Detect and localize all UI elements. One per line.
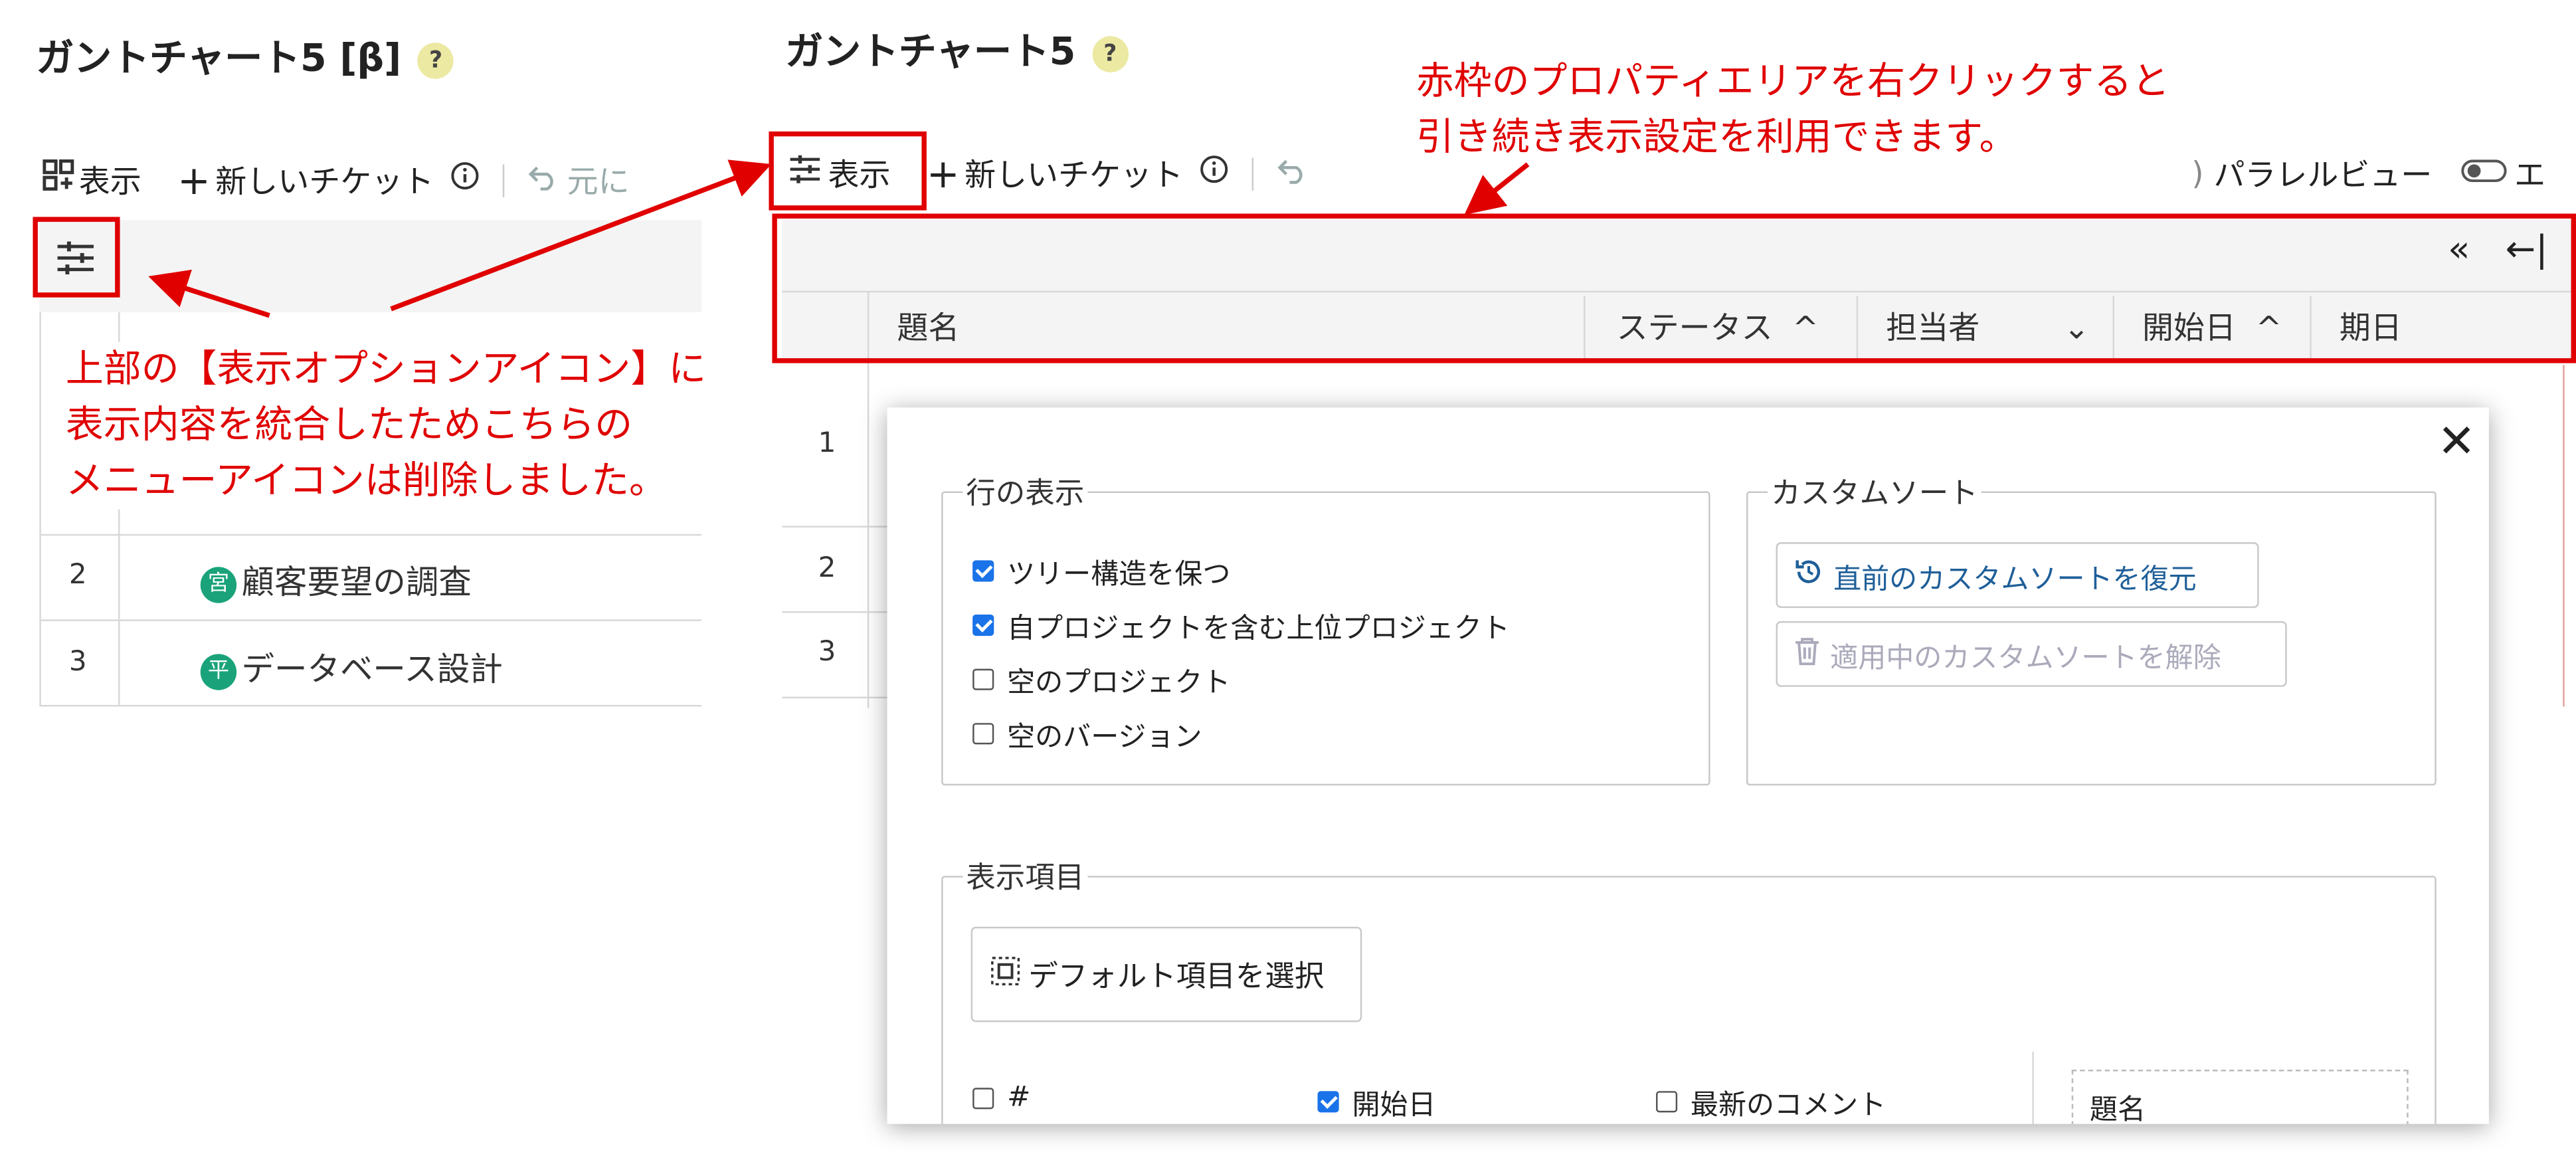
item-start-date-checkbox[interactable]: 開始日 xyxy=(1317,1081,1436,1122)
custom-sort-legend: カスタムソート xyxy=(1771,476,1978,512)
history-icon xyxy=(1794,556,1824,594)
trash-icon xyxy=(1794,635,1821,673)
select-default-items-button[interactable]: デフォルト項目を選択 xyxy=(970,926,1362,1022)
close-icon[interactable]: ✕ xyxy=(2437,414,2476,468)
restore-custom-sort-button[interactable]: 直前のカスタムソートを復元 xyxy=(1776,542,2259,609)
display-items-legend: 表示項目 xyxy=(966,860,1085,896)
checkbox-unchecked-icon xyxy=(972,668,994,690)
row-display-legend: 行の表示 xyxy=(966,476,1085,512)
selected-item[interactable]: 題名 xyxy=(2073,1072,2407,1124)
item-latest-comment-checkbox[interactable]: 最新のコメント xyxy=(1655,1081,1886,1122)
empty-versions-checkbox[interactable]: 空のバージョン xyxy=(972,713,1202,754)
empty-projects-checkbox[interactable]: 空のプロジェクト xyxy=(972,659,1230,700)
keep-tree-checkbox[interactable]: ツリー構造を保つ xyxy=(972,551,1230,591)
selected-items-list[interactable]: 題名 xyxy=(2071,1070,2409,1124)
display-settings-dialog: ✕ 行の表示 ツリー構造を保つ 自プロジェクトを含む上位プロジェクト 空のプロジ… xyxy=(887,407,2489,1124)
checkbox-unchecked-icon xyxy=(1655,1091,1678,1113)
parent-projects-checkbox[interactable]: 自プロジェクトを含む上位プロジェクト xyxy=(972,605,1510,646)
checkbox-checked-icon xyxy=(1317,1091,1339,1113)
dotted-select-icon xyxy=(989,954,1022,995)
screenshot-canvas: ガントチャート5 [β]? 表示 + 新しいチケット 元に 2 宮顧客要望の調査… xyxy=(0,0,2576,1168)
clear-custom-sort-button[interactable]: 適用中のカスタムソートを解除 xyxy=(1776,621,2287,687)
checkbox-unchecked-icon xyxy=(972,1087,994,1109)
checkbox-checked-icon xyxy=(972,614,994,636)
checkbox-unchecked-icon xyxy=(972,723,994,745)
checkbox-checked-icon xyxy=(972,560,994,582)
item-number-checkbox[interactable]: # xyxy=(972,1081,1030,1114)
